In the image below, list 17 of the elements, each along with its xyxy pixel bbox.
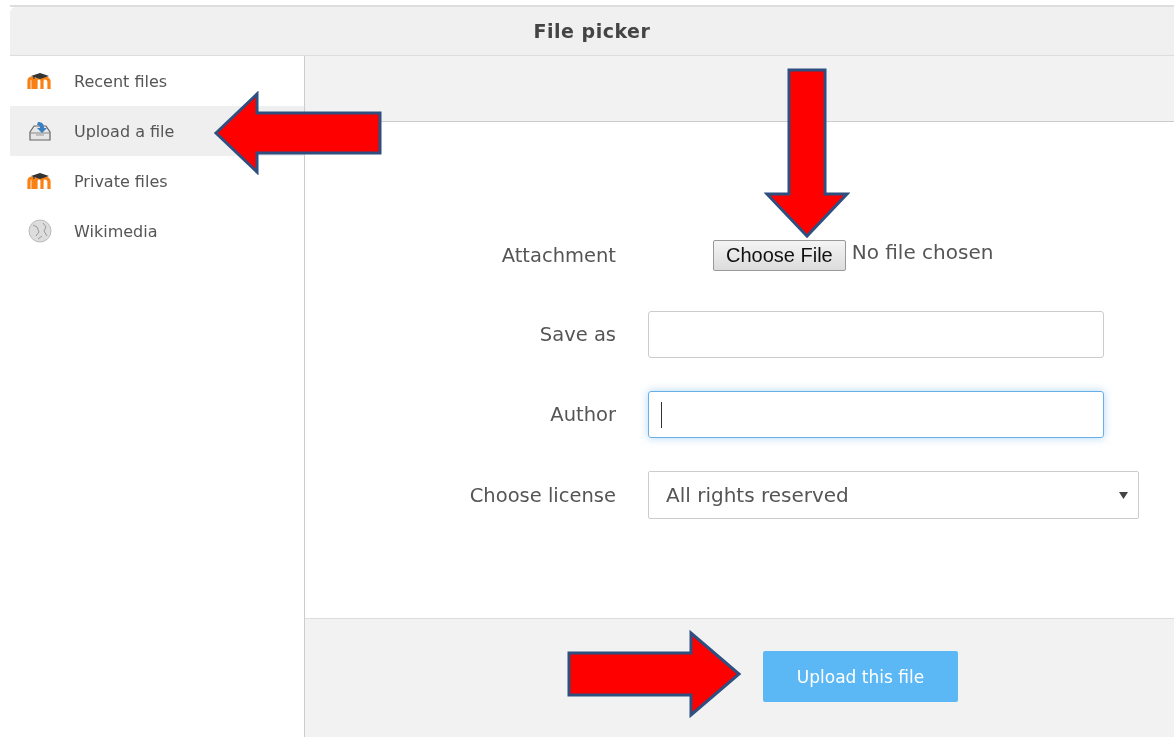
field-label: Attachment: [500, 244, 616, 267]
choose-file-button[interactable]: Choose File: [713, 240, 846, 271]
file-status-text: No file chosen: [851, 239, 994, 264]
sidebar-item[interactable]: Recent files: [10, 56, 304, 106]
sidebar-item[interactable]: Private files: [10, 156, 304, 206]
field-label: Choose license: [468, 483, 616, 507]
globe-icon: [26, 219, 54, 243]
input-field[interactable]: [648, 311, 1104, 358]
text-cursor: [661, 401, 662, 428]
caret-icon: [1119, 491, 1128, 499]
sidebar-item[interactable]: Wikimedia: [10, 206, 304, 256]
license-dropdown[interactable]: All rights reserved: [648, 471, 1139, 519]
input-field[interactable]: [648, 391, 1104, 438]
field-label: Author: [549, 403, 616, 426]
window-title: File picker: [533, 20, 651, 42]
upload-tray-icon: [26, 119, 54, 143]
field-label: Save as: [538, 323, 616, 346]
